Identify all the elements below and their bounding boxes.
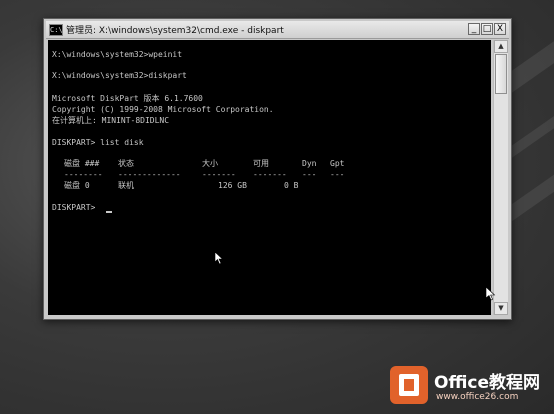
cmd-app-icon[interactable]: C:\ [49,23,63,36]
office-logo-icon [390,366,428,404]
console-line: 在计算机上: MININT-8DIDLNC [52,116,170,125]
table-separator: --- [330,170,345,179]
text-cursor [106,211,112,213]
scroll-up-icon[interactable]: ▲ [494,40,508,53]
watermark-brand: Office教程网 [434,373,541,393]
console-area[interactable]: X:\windows\system32>wpeinit X:\windows\s… [48,40,491,315]
console-line: X:\windows\system32>wpeinit [52,50,183,59]
table-header-status: 状态 [118,159,134,168]
table-separator: --- [302,170,317,179]
table-header-gpt: Gpt [330,159,345,168]
table-cell-disk: 磁盘 0 [64,181,90,190]
scroll-down-icon[interactable]: ▼ [494,302,508,315]
window-controls: _ □ X [468,23,506,35]
resize-pointer-icon [485,286,496,301]
table-cell-size: 126 GB [218,181,247,190]
console-prompt: DISKPART> [52,203,101,212]
window-title: 管理员: X:\windows\system32\cmd.exe - diskp… [66,26,284,36]
table-header-disk: 磁盘 ### [64,159,100,168]
close-button[interactable]: X [494,23,506,35]
table-separator: ------- [202,170,236,179]
table-separator: -------- [64,170,103,179]
console-line: Copyright (C) 1999-2008 Microsoft Corpor… [52,105,274,114]
vertical-scrollbar[interactable]: ▲ ▼ [493,40,508,315]
watermark-logo: Office教程网 www.office26.com [384,360,554,414]
title-bar[interactable]: C:\ 管理员: X:\windows\system32\cmd.exe - d… [46,21,509,39]
watermark-url: www.office26.com [436,392,519,402]
table-cell-status: 联机 [118,181,134,190]
maximize-button[interactable]: □ [481,23,493,35]
table-header-free: 可用 [253,159,269,168]
table-header-dyn: Dyn [302,159,317,168]
console-line: Microsoft DiskPart 版本 6.1.7600 [52,94,203,103]
table-separator: ------------- [118,170,181,179]
console-line: X:\windows\system32>diskpart [52,71,187,80]
table-separator: ------- [253,170,287,179]
table-header-size: 大小 [202,159,218,168]
scrollbar-thumb[interactable] [495,54,507,94]
minimize-button[interactable]: _ [468,23,480,35]
table-cell-free: 0 B [284,181,299,190]
mouse-pointer-icon [214,251,224,265]
cmd-window[interactable]: C:\ 管理员: X:\windows\system32\cmd.exe - d… [43,18,512,320]
console-line: DISKPART> list disk [52,138,144,147]
